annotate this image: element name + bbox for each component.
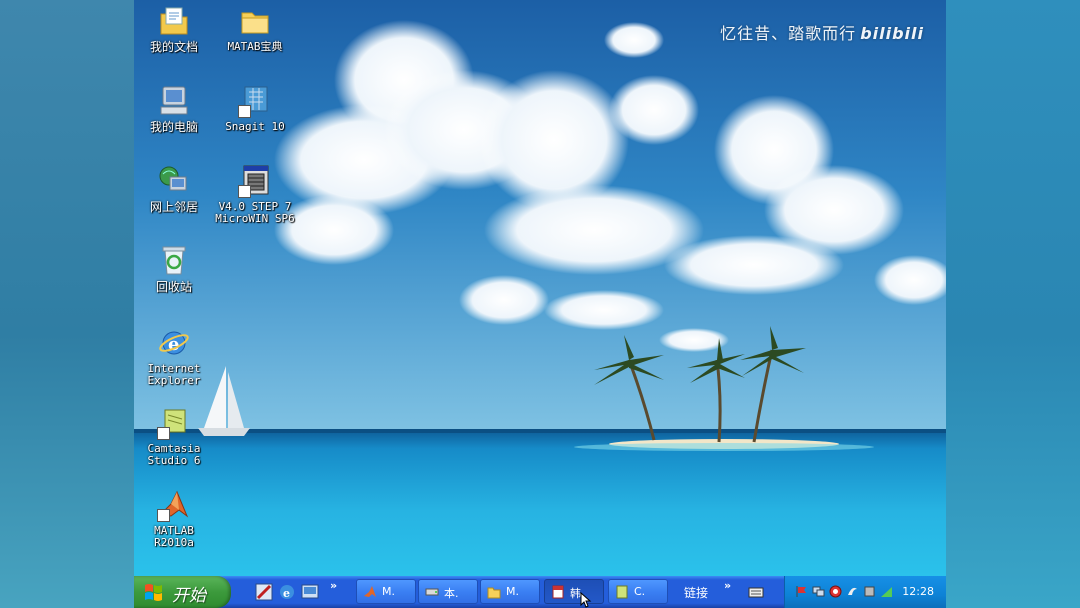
shortcut-arrow-icon xyxy=(238,105,251,118)
taskbar: 开始 e » M. 本. M. 韩 C. 链接 » 12:28 xyxy=(134,576,946,608)
quicklaunch-acdsee-icon[interactable] xyxy=(254,582,274,602)
desktop-icon-label: Camtasia Studio 6 xyxy=(147,442,201,467)
desktop-icon-step7-microwin[interactable]: V4.0 STEP 7 MicroWIN SP6 xyxy=(215,164,295,225)
taskbar-button-label: 本. xyxy=(444,587,459,600)
taskbar-button-folder[interactable]: M. xyxy=(480,579,540,604)
shortcut-arrow-icon xyxy=(157,427,170,440)
my-documents-icon xyxy=(157,4,191,38)
snagit-icon xyxy=(238,84,272,118)
watermark-text: 忆往昔、踏歌而行 xyxy=(720,24,857,43)
matlab-icon xyxy=(364,586,376,597)
taskbar-button-camtasia[interactable]: C. xyxy=(608,579,668,604)
tray-volume-icon[interactable] xyxy=(863,585,876,598)
desktop-icon-label: 我的文档 xyxy=(149,40,198,54)
desktop-screen: 忆往昔、踏歌而行 bilibili 我的文档 MATAB宝典 我的电脑 Snagi… xyxy=(134,0,946,608)
camtasia-icon xyxy=(616,585,628,599)
desktop-icon-matlab[interactable]: MATLAB R2010a xyxy=(134,488,214,549)
quicklaunch-show-desktop-icon[interactable] xyxy=(300,582,320,602)
desktop-icon-label: Snagit 10 xyxy=(225,120,285,133)
taskbar-clock[interactable]: 12:28 xyxy=(902,585,934,598)
quicklaunch-chevron[interactable]: » xyxy=(330,579,337,592)
camtasia-icon xyxy=(157,406,191,440)
taskbar-button-local-disk[interactable]: 本. xyxy=(418,579,478,604)
desktop-icon-camtasia[interactable]: Camtasia Studio 6 xyxy=(134,406,214,467)
desktop-icon-internet-explorer[interactable]: e Internet Explorer xyxy=(134,326,214,387)
bilibili-watermark: 忆往昔、踏歌而行 bilibili xyxy=(720,20,924,44)
bilibili-logo: bilibili xyxy=(860,24,924,43)
tray-security-icon[interactable] xyxy=(829,585,842,598)
matlab-icon xyxy=(157,488,191,522)
desktop-icon-my-computer[interactable]: 我的电脑 xyxy=(134,84,214,133)
links-chevron[interactable]: » xyxy=(724,579,731,592)
desktop-icon-matab-folder[interactable]: MATAB宝典 xyxy=(215,4,295,53)
tray-green-icon[interactable] xyxy=(880,585,893,598)
svg-text:e: e xyxy=(283,587,290,600)
keyboard-icon[interactable] xyxy=(748,584,764,600)
desktop-icon-label: 网上邻居 xyxy=(149,200,198,214)
mouse-cursor-icon xyxy=(580,592,592,608)
drive-icon xyxy=(425,588,439,596)
start-button[interactable]: 开始 xyxy=(134,576,231,608)
tray-network-icon[interactable] xyxy=(812,585,825,598)
tray-flag-icon[interactable] xyxy=(795,585,808,598)
right-letterbox xyxy=(946,0,1080,608)
network-places-icon xyxy=(157,164,191,198)
tray-app-icon[interactable] xyxy=(846,585,859,598)
desktop-icon-snagit[interactable]: Snagit 10 xyxy=(215,84,295,133)
desktop-icon-my-documents[interactable]: 我的文档 xyxy=(134,4,214,53)
folder-icon xyxy=(238,4,272,38)
document-icon xyxy=(552,585,564,599)
links-toolbar-label[interactable]: 链接 xyxy=(684,584,708,601)
taskbar-button-label: M. xyxy=(382,585,395,598)
quicklaunch-internet-explorer-icon[interactable]: e xyxy=(277,582,297,602)
desktop-icon-network-places[interactable]: 网上邻居 xyxy=(134,164,214,213)
shortcut-arrow-icon xyxy=(157,509,170,522)
shortcut-arrow-icon xyxy=(238,185,251,198)
desktop-icon-label: Internet Explorer xyxy=(147,362,201,387)
folder-icon xyxy=(487,587,501,599)
desktop-icon-label: V4.0 STEP 7 MicroWIN SP6 xyxy=(215,200,295,225)
taskbar-button-label: C. xyxy=(634,585,646,598)
taskbar-button-document[interactable]: 韩 xyxy=(544,579,604,604)
internet-explorer-icon: e xyxy=(157,326,191,360)
system-tray: 12:28 xyxy=(784,576,946,608)
taskbar-button-matlab[interactable]: M. xyxy=(356,579,416,604)
desktop-icon-recycle-bin[interactable]: 回收站 xyxy=(134,244,214,293)
taskbar-button-label: M. xyxy=(506,585,519,598)
desktop-icon-label: 我的电脑 xyxy=(149,120,198,134)
start-label: 开始 xyxy=(172,586,206,606)
my-computer-icon xyxy=(157,84,191,118)
desktop-icon-label: MATAB宝典 xyxy=(227,40,283,53)
windows-flag-icon xyxy=(145,584,162,601)
desktop-icon-label: MATLAB R2010a xyxy=(154,524,194,549)
step7-microwin-icon xyxy=(238,164,272,198)
desktop-icon-label: 回收站 xyxy=(155,280,192,294)
recycle-bin-icon xyxy=(157,244,191,278)
left-letterbox xyxy=(0,0,134,608)
